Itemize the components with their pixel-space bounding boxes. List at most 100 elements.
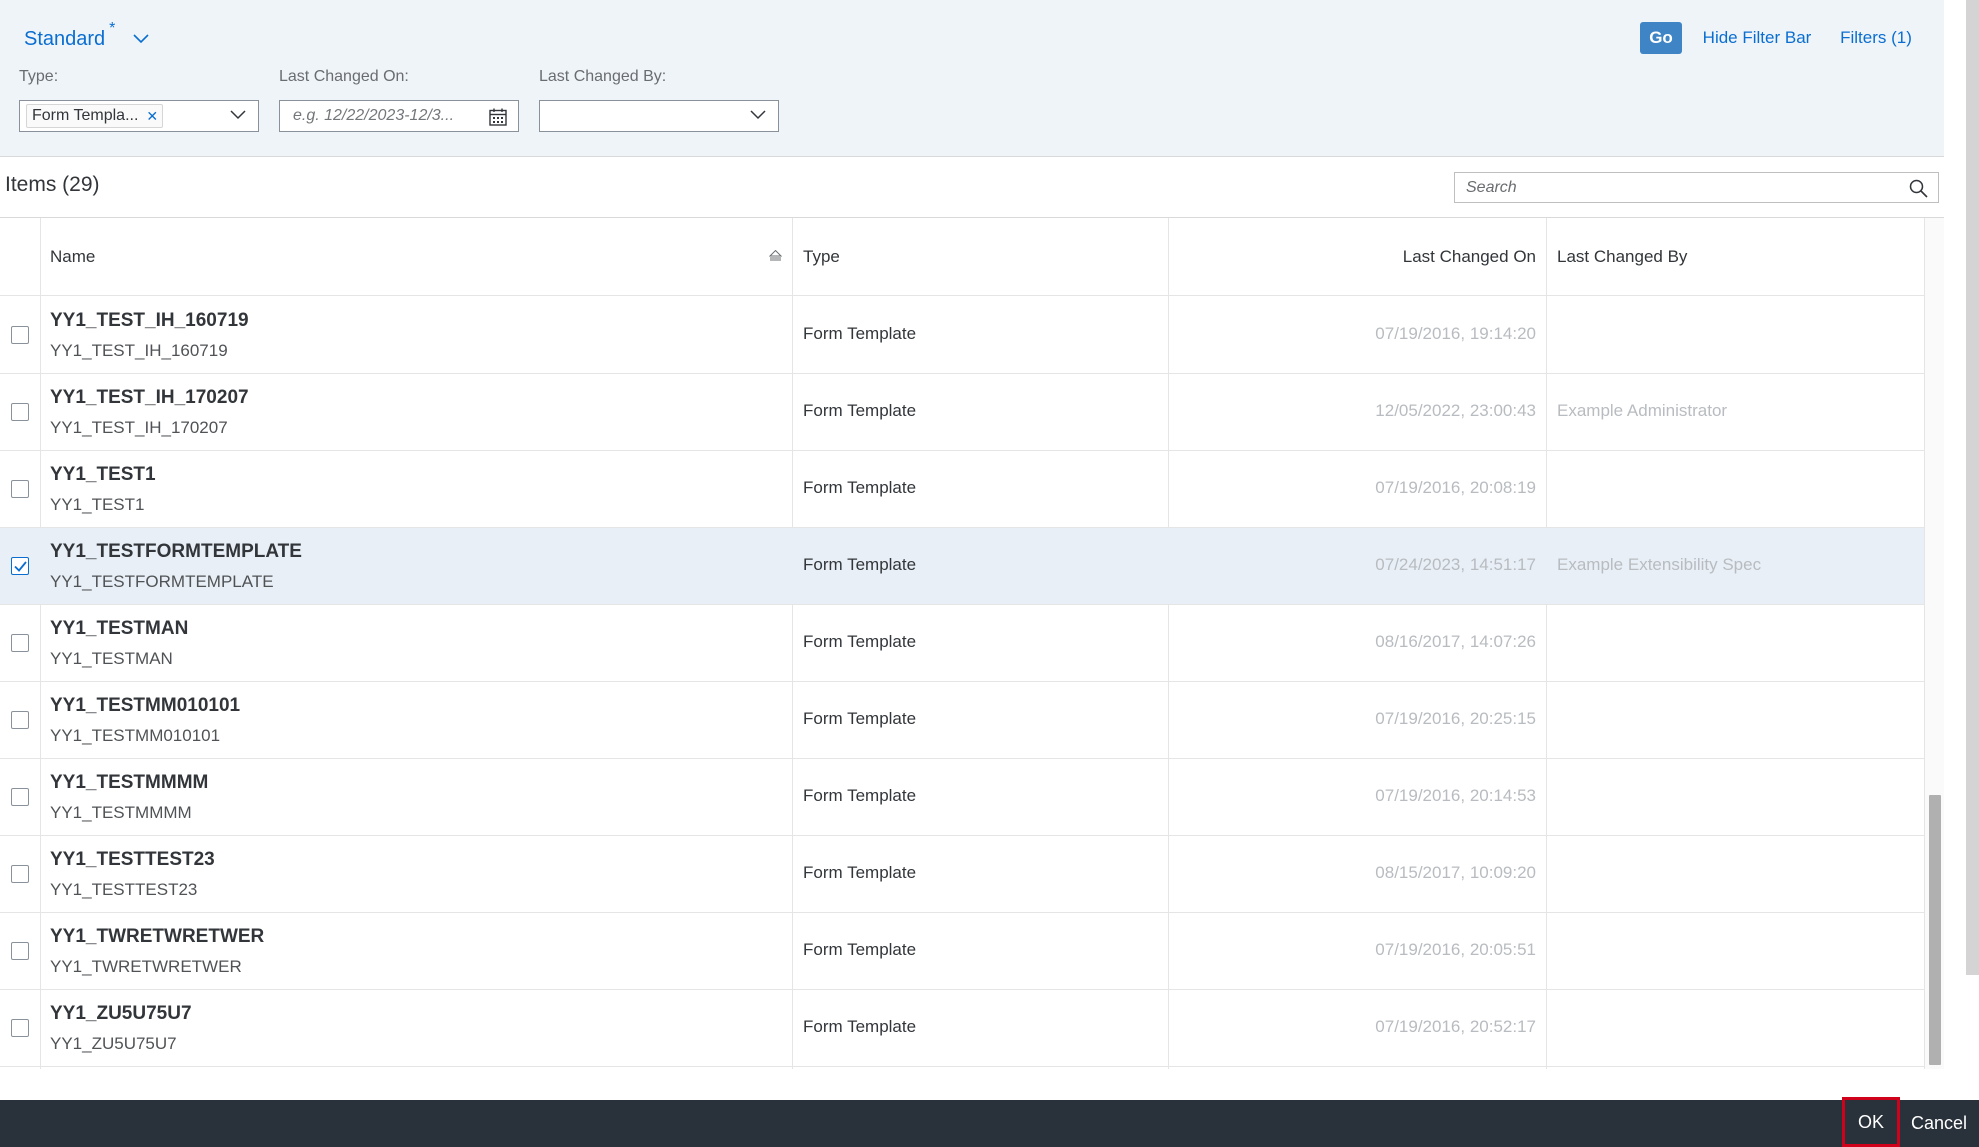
row-name: YY1_TWRETWRETWER [50,926,265,947]
search-input[interactable] [1466,178,1886,197]
filters-button[interactable]: Filters (1) [1836,22,1916,54]
table-row[interactable]: YY1_TESTTEST23 YY1_TESTTEST23 Form Templ… [0,836,1924,913]
row-last-changed-on: 08/16/2017, 14:07:26 [1375,632,1536,651]
header-select-column [0,218,40,296]
table-row[interactable]: YY1_TESTMMMM YY1_TESTMMMM Form Template … [0,759,1924,836]
table-row[interactable]: YY1_TEST_IH_170207 YY1_TEST_IH_170207 Fo… [0,374,1924,451]
row-name: YY1_TEST_IH_160719 [50,310,249,331]
row-name: YY1_TESTTEST23 [50,849,215,870]
table-row[interactable]: YY1_TEST1 YY1_TEST1 Form Template 07/19/… [0,451,1924,528]
row-last-changed-on: 07/19/2016, 20:08:19 [1375,478,1536,497]
checkmark-icon [13,560,27,572]
ok-button[interactable]: OK [1842,1097,1900,1147]
table-scrollbar[interactable] [1924,218,1944,1069]
row-checkbox[interactable] [11,634,29,652]
row-id: YY1_TESTMMMM [50,803,192,822]
variant-title: Standard [24,27,106,50]
row-name: YY1_TEST1 [50,464,156,485]
row-last-changed-on: 07/19/2016, 20:14:53 [1375,786,1536,805]
row-id: YY1_ZU5U75U7 [50,1034,177,1053]
row-last-changed-on: 07/19/2016, 19:14:20 [1375,324,1536,343]
row-id: YY1_TEST1 [50,495,145,514]
row-type: Form Template [803,1017,917,1036]
row-type: Form Template [803,709,917,728]
column-header-type[interactable]: Type [793,218,1168,296]
row-id: YY1_TEST_IH_170207 [50,418,228,437]
row-checkbox[interactable] [11,711,29,729]
chevron-down-icon[interactable] [133,34,149,44]
last-changed-on-filter-label: Last Changed On: [279,68,409,85]
row-checkbox[interactable] [11,403,29,421]
row-checkbox[interactable] [11,1019,29,1037]
table-scrollbar-thumb[interactable] [1929,795,1941,1065]
row-last-changed-on: 07/19/2016, 20:05:51 [1375,940,1536,959]
row-type: Form Template [803,324,917,343]
go-button[interactable]: Go [1640,22,1682,54]
table-row[interactable]: YY1_ZU5U75U7 YY1_ZU5U75U7 Form Template … [0,990,1924,1067]
search-icon[interactable] [1909,179,1928,198]
row-last-changed-by: Example Extensibility Spec [1557,555,1762,574]
row-name: YY1_TESTMMMM [50,772,209,793]
row-id: YY1_TEST_IH_160719 [50,341,228,360]
row-type: Form Template [803,863,917,882]
row-id: YY1_TESTFORMTEMPLATE [50,572,274,591]
hide-filter-bar-button[interactable]: Hide Filter Bar [1702,22,1812,54]
row-checkbox[interactable] [11,865,29,883]
type-filter-token[interactable]: Form Templa... ✕ [26,104,164,128]
type-filter-token-text: Form Templa... [32,107,139,124]
row-name: YY1_TEST_IH_170207 [50,387,249,408]
row-type: Form Template [803,401,917,420]
table-header: Name Type Last Changed On Last Changed B… [0,218,1924,296]
filter-bar: Standard * Go Hide Filter Bar Filters (1… [0,0,1944,157]
table-row[interactable]: YY1_TESTMAN YY1_TESTMAN Form Template 08… [0,605,1924,682]
row-name: YY1_TESTMAN [50,618,189,639]
variant-modified-marker: * [109,20,116,37]
row-type: Form Template [803,940,917,959]
type-filter-label: Type: [19,68,59,85]
column-header-last-changed-by-label: Last Changed By [1557,247,1688,266]
table-row[interactable]: YY1_TWRETWRETWER YY1_TWRETWRETWER Form T… [0,913,1924,990]
row-id: YY1_TESTTEST23 [50,880,198,899]
cancel-button[interactable]: Cancel [1904,1100,1974,1147]
row-last-changed-on: 07/19/2016, 20:25:15 [1375,709,1536,728]
table-row-selected[interactable]: YY1_TESTFORMTEMPLATE YY1_TESTFORMTEMPLAT… [0,528,1924,605]
row-type: Form Template [803,555,917,574]
last-changed-on-input[interactable] [293,107,489,125]
type-filter-multicombobox[interactable]: Form Templa... ✕ [19,100,259,132]
variant-selector[interactable]: Standard * [24,20,149,54]
row-name: YY1_TESTFORMTEMPLATE [50,541,302,562]
table-row[interactable]: YY1_TESTMM010101 YY1_TESTMM010101 Form T… [0,682,1924,759]
last-changed-by-filter[interactable] [539,100,779,132]
dialog-scrollbar[interactable] [1966,0,1979,975]
column-header-name-label: Name [50,247,96,266]
last-changed-by-filter-label: Last Changed By: [539,68,667,85]
column-header-name[interactable]: Name [40,218,792,296]
row-checkbox[interactable] [11,788,29,806]
row-type: Form Template [803,478,917,497]
row-name: YY1_ZU5U75U7 [50,1003,192,1024]
last-changed-on-filter[interactable] [279,100,519,132]
dialog-footer [0,1100,1979,1147]
column-header-last-changed-on[interactable]: Last Changed On [1169,218,1546,296]
column-header-type-label: Type [803,247,840,266]
row-name: YY1_TESTMM010101 [50,695,241,716]
table-row[interactable]: YY1_TEST_IH_160719 YY1_TEST_IH_160719 Fo… [0,297,1924,374]
items-table: Name Type Last Changed On Last Changed B… [0,217,1944,1069]
row-checkbox[interactable] [11,942,29,960]
row-last-changed-by: Example Administrator [1557,401,1728,420]
row-type: Form Template [803,786,917,805]
calendar-icon[interactable] [488,107,508,127]
row-checkbox-checked[interactable] [11,557,29,575]
items-title: Items (29) [5,173,100,196]
column-header-last-changed-by[interactable]: Last Changed By [1547,218,1923,296]
row-last-changed-on: 07/19/2016, 20:52:17 [1375,1017,1536,1036]
column-header-last-changed-on-label: Last Changed On [1402,247,1536,266]
row-last-changed-on: 12/05/2022, 23:00:43 [1375,401,1536,420]
row-id: YY1_TESTMAN [50,649,173,668]
chevron-down-icon[interactable] [750,110,766,120]
row-checkbox[interactable] [11,326,29,344]
search-field[interactable] [1454,172,1939,203]
row-checkbox[interactable] [11,480,29,498]
chevron-down-icon[interactable] [230,110,246,120]
close-icon[interactable]: ✕ [146,108,158,125]
